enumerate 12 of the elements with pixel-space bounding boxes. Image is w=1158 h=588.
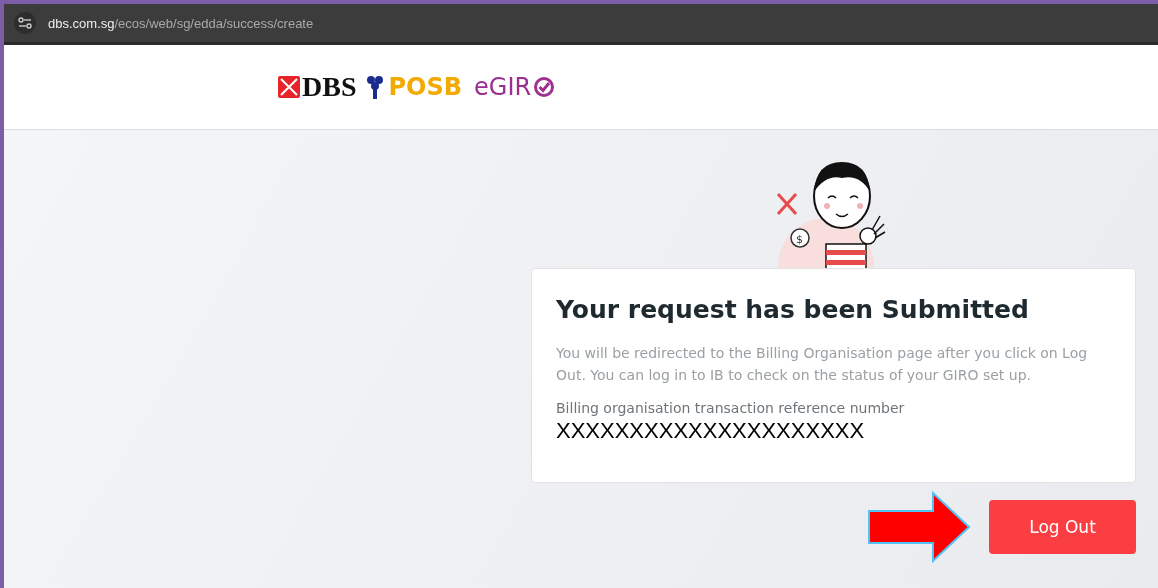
reference-label: Billing organisation transaction reference number [556, 400, 906, 416]
address-bar[interactable]: dbs.com.sg/ecos/web/sg/edda/success/create [4, 4, 1158, 45]
site-settings-icon[interactable] [14, 12, 36, 34]
card-message: You will be redirected to the Billing Organisation page after you click on Log Out. You can log in to IB to check on the status of your GIRO set up. [556, 344, 1089, 385]
reference-number: XXXXXXXXXXXXXXXXXXXXX [556, 418, 866, 444]
service-logo: eGIR [474, 73, 556, 101]
logout-button[interactable]: Log Out [989, 500, 1136, 554]
bank-logo: POSB [364, 73, 463, 101]
arrow-icon [867, 491, 971, 563]
card-title: Your request has been Submitted [556, 295, 1030, 324]
bank-logo: DBS [278, 71, 357, 103]
url-text[interactable]: dbs.com.sg/ecos/web/sg/edda/success/create [48, 15, 314, 31]
